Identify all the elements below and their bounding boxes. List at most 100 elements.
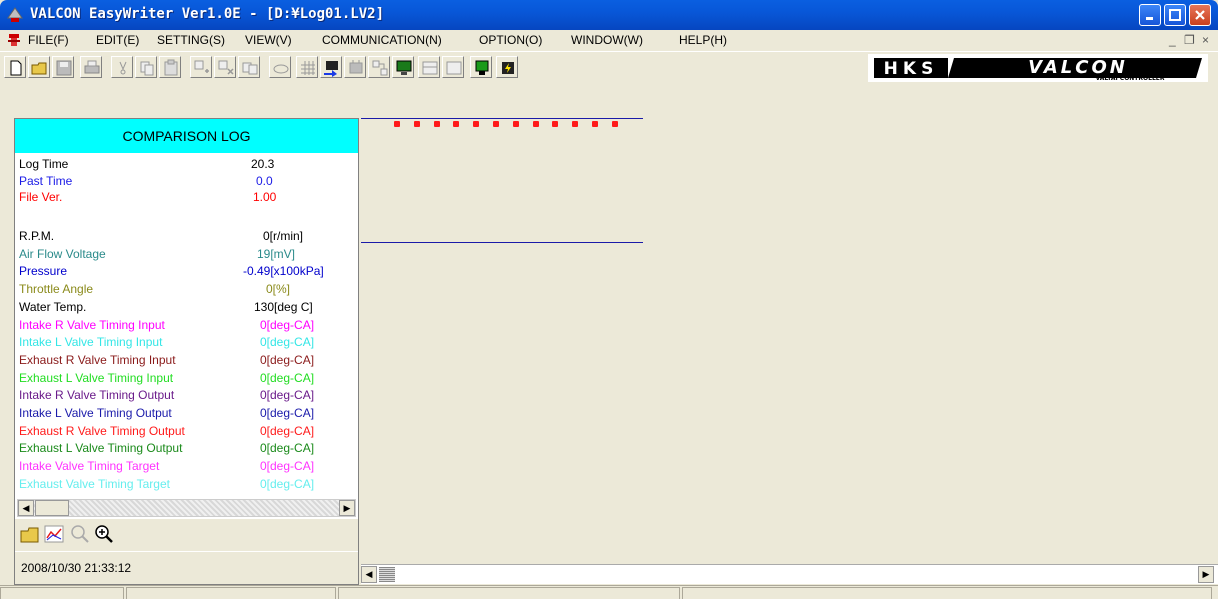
svg-text:HKS: HKS <box>884 59 939 79</box>
param-row: Pressure -0.49[x100kPa] <box>19 264 354 280</box>
open-folder-icon <box>31 62 47 75</box>
menu-setting[interactable]: SETTING(S) <box>157 33 225 47</box>
graph-horizontal-scrollbar[interactable]: ◀ ▶ <box>361 564 1218 584</box>
open-log-folder-icon[interactable] <box>19 523 41 545</box>
save-button[interactable] <box>52 56 74 78</box>
param-row: Intake L Valve Timing Input 0[deg-CA] <box>19 335 354 351</box>
param-row: Exhaust R Valve Timing Output 0[deg-CA] <box>19 424 354 440</box>
mdi-restore-button[interactable]: ❐ <box>1184 33 1195 47</box>
mdi-close-button[interactable]: × <box>1202 33 1209 47</box>
param-label: R.P.M. <box>19 229 55 243</box>
duplicate-icon <box>242 62 258 75</box>
copy-icon <box>140 61 154 76</box>
delete-row-button[interactable] <box>214 56 236 78</box>
panel-header: COMPARISON LOG <box>15 119 358 153</box>
graph-series-line <box>361 242 643 243</box>
paste-button[interactable] <box>159 56 181 78</box>
graph-scroll-thumb[interactable] <box>379 567 395 582</box>
param-label: Intake L Valve Timing Output <box>19 406 172 420</box>
param-row: Intake R Valve Timing Input 0[deg-CA] <box>19 318 354 334</box>
data-logger-icon <box>372 60 388 76</box>
map-3d-button[interactable] <box>269 56 291 78</box>
printer-icon <box>84 60 100 74</box>
data-logger-button[interactable] <box>368 56 390 78</box>
zoom-out-icon[interactable] <box>69 523 91 545</box>
param-value: 0[deg-CA] <box>260 476 315 491</box>
map-3d-icon <box>273 64 289 74</box>
cut-icon <box>119 61 127 75</box>
record-marker <box>552 121 559 127</box>
new-document-icon <box>10 60 22 76</box>
insert-row-button[interactable] <box>190 56 212 78</box>
status-cell-4 <box>682 587 1212 599</box>
param-value: 0[deg-CA] <box>260 352 315 367</box>
param-value: 0[deg-CA] <box>260 335 315 350</box>
grid-button[interactable] <box>296 56 318 78</box>
menu-view[interactable]: VIEW(V) <box>245 33 292 47</box>
param-row: Exhaust L Valve Timing Output 0[deg-CA] <box>19 441 354 457</box>
mdi-minimize-button[interactable]: _ <box>1169 33 1176 47</box>
toolbar: HKS VALCON VALTAI CONTROLLER <box>0 51 1218 83</box>
graph-scroll-left-arrow-icon[interactable]: ◀ <box>361 566 377 583</box>
param-value: 1.00 <box>253 190 277 204</box>
copy-button[interactable] <box>135 56 157 78</box>
record-marker <box>433 121 440 127</box>
scroll-right-arrow-icon[interactable]: ▶ <box>339 500 355 516</box>
menu-help[interactable]: HELP(H) <box>679 33 727 47</box>
minimize-icon <box>1146 17 1153 20</box>
document-app-icon[interactable] <box>6 32 22 48</box>
menu-file[interactable]: FILE(F) <box>28 33 69 47</box>
param-row: Water Temp. 130[deg C] <box>19 300 354 316</box>
duplicate-button[interactable] <box>238 56 260 78</box>
minimize-button[interactable] <box>1139 4 1161 26</box>
new-button[interactable] <box>4 56 26 78</box>
param-row: R.P.M. 0[r/min] <box>19 229 354 245</box>
log-graph-area[interactable]: ◀ ▶ <box>361 118 1218 584</box>
param-row: Intake L Valve Timing Output 0[deg-CA] <box>19 406 354 422</box>
read-ecu-button[interactable] <box>344 56 366 78</box>
param-value: 0[%] <box>266 282 291 297</box>
param-value: 0[deg-CA] <box>260 459 315 474</box>
window-split-button[interactable] <box>418 56 440 78</box>
param-label: File Ver. <box>19 190 63 204</box>
paste-icon <box>164 59 178 76</box>
scroll-thumb[interactable] <box>35 500 69 516</box>
param-label: Intake R Valve Timing Output <box>19 388 175 403</box>
close-button[interactable] <box>1189 4 1211 26</box>
power-button[interactable] <box>496 56 518 78</box>
param-row: Past Time 0.0 <box>19 174 354 190</box>
menu-window[interactable]: WINDOW(W) <box>571 33 643 47</box>
graph-scroll-right-arrow-icon[interactable]: ▶ <box>1198 566 1214 583</box>
cut-button[interactable] <box>111 56 133 78</box>
graph-top-line <box>361 118 643 119</box>
param-row: Exhaust Valve Timing Target 0[deg-CA] <box>19 477 354 493</box>
print-button[interactable] <box>80 56 102 78</box>
window-blank-button[interactable] <box>442 56 464 78</box>
write-ecu-button[interactable] <box>320 56 342 78</box>
valcon-app-icon[interactable] <box>6 6 24 24</box>
scroll-left-arrow-icon[interactable]: ◀ <box>18 500 34 516</box>
record-marker <box>413 121 420 127</box>
open-button[interactable] <box>28 56 50 78</box>
param-row: Log Time 20.3 <box>19 157 354 173</box>
connect-button[interactable] <box>470 56 492 78</box>
svg-text:VALTAI CONTROLLER: VALTAI CONTROLLER <box>1095 75 1164 82</box>
panel-toolbar <box>15 519 358 551</box>
record-marker <box>493 121 499 127</box>
panel-horizontal-scrollbar[interactable]: ◀ ▶ <box>17 499 356 517</box>
menu-option[interactable]: OPTION(O) <box>479 33 542 47</box>
param-label: Exhaust Valve Timing Target <box>19 476 170 491</box>
param-label: Exhaust L Valve Timing Input <box>19 370 174 385</box>
menu-edit[interactable]: EDIT(E) <box>96 33 139 47</box>
param-label: Log Time <box>19 157 69 171</box>
maximize-button[interactable] <box>1164 4 1186 26</box>
maximize-icon <box>1169 9 1181 21</box>
monitor-button[interactable] <box>392 56 414 78</box>
graph-chart-icon[interactable] <box>43 523 65 545</box>
param-row: Air Flow Voltage 19[mV] <box>19 247 354 263</box>
window-split-icon <box>422 61 438 75</box>
zoom-in-icon[interactable] <box>93 523 115 545</box>
menu-communication[interactable]: COMMUNICATION(N) <box>322 33 442 47</box>
window-title: VALCON EasyWriter Ver1.0E - [D:¥Log01.LV… <box>30 6 385 22</box>
param-value: -0.49[x100kPa] <box>243 264 324 279</box>
